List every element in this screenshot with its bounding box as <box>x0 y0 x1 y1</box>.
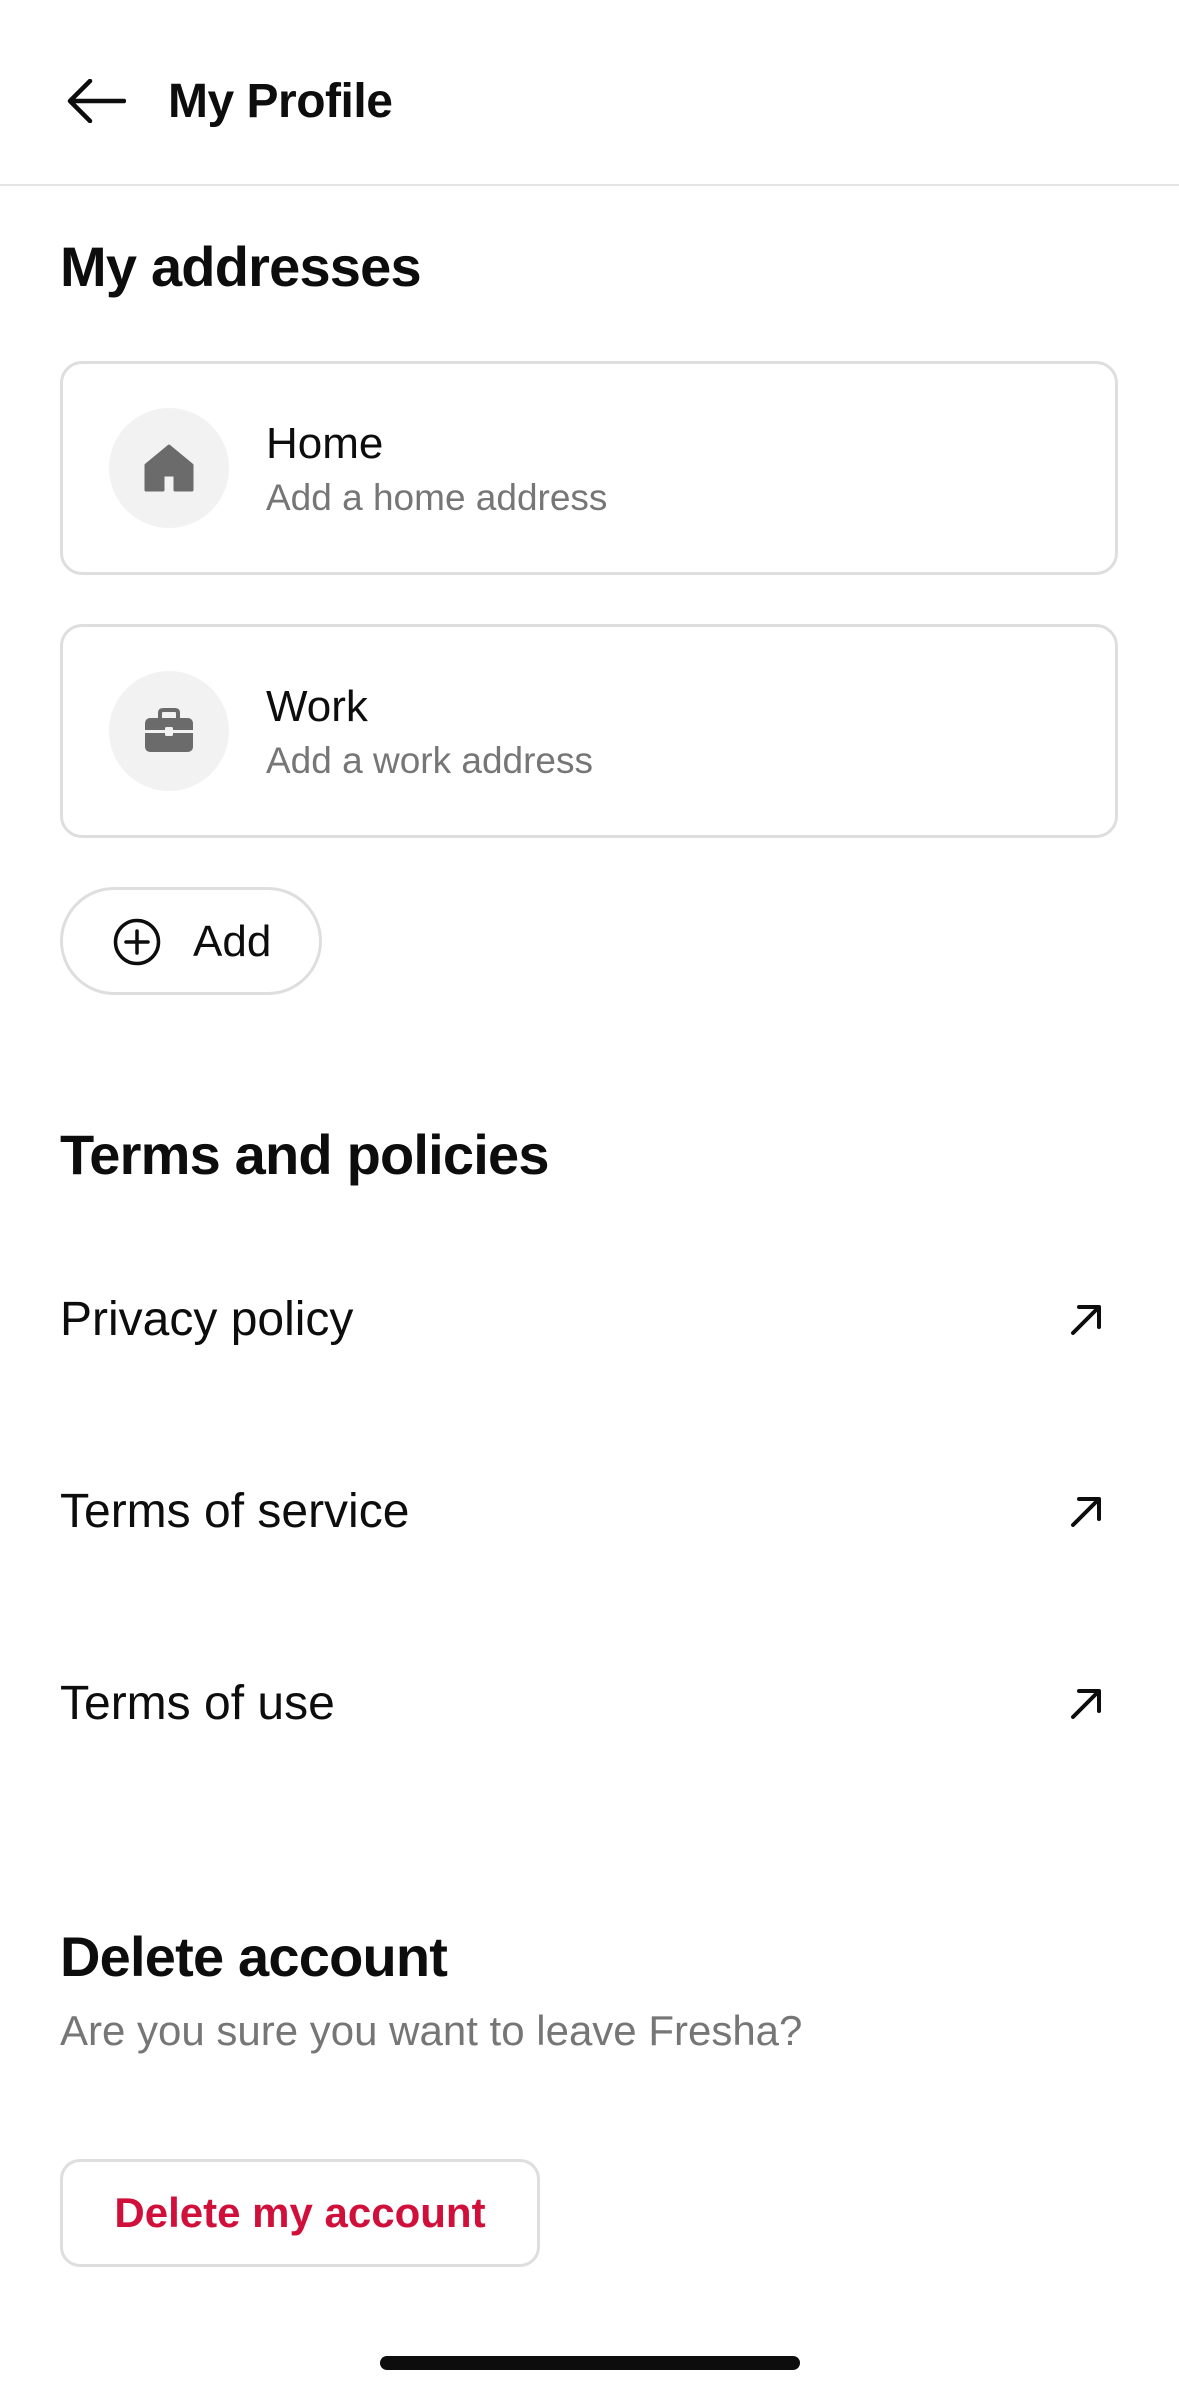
home-indicator[interactable] <box>380 2356 800 2370</box>
back-button[interactable] <box>56 66 136 136</box>
header-bar: My Profile <box>0 0 1179 186</box>
external-link-arrow-icon <box>1071 1497 1101 1527</box>
work-address-title: Work <box>266 682 368 731</box>
terms-of-service-link[interactable]: Terms of service <box>60 1452 1118 1572</box>
page-title: My Profile <box>168 75 393 128</box>
work-icon-circle <box>109 671 229 791</box>
terms-of-service-label: Terms of service <box>60 1485 410 1538</box>
home-address-card[interactable]: Home Add a home address <box>60 361 1118 575</box>
plus-circle-icon <box>113 918 161 966</box>
delete-my-account-button[interactable]: Delete my account <box>60 2159 540 2267</box>
delete-account-subtitle: Are you sure you want to leave Fresha? <box>60 2007 803 2054</box>
delete-my-account-label: Delete my account <box>114 2189 486 2236</box>
external-link-arrow-icon <box>1071 1689 1101 1719</box>
terms-of-use-link[interactable]: Terms of use <box>60 1644 1118 1764</box>
privacy-policy-label: Privacy policy <box>60 1293 354 1346</box>
addresses-heading: My addresses <box>60 235 422 298</box>
add-address-button[interactable]: Add <box>60 887 322 995</box>
work-address-card[interactable]: Work Add a work address <box>60 624 1118 838</box>
external-link-arrow-icon <box>1071 1305 1101 1335</box>
arrow-left-icon <box>67 79 126 123</box>
home-icon <box>144 444 194 492</box>
add-address-label: Add <box>193 917 272 966</box>
work-address-subtitle: Add a work address <box>266 740 594 781</box>
policies-heading: Terms and policies <box>60 1123 550 1186</box>
privacy-policy-link[interactable]: Privacy policy <box>60 1260 1118 1380</box>
home-address-subtitle: Add a home address <box>266 477 608 518</box>
home-icon-circle <box>109 408 229 528</box>
terms-of-use-label: Terms of use <box>60 1677 335 1730</box>
delete-account-heading: Delete account <box>60 1925 448 1988</box>
home-address-title: Home <box>266 419 384 468</box>
briefcase-icon <box>145 708 193 752</box>
